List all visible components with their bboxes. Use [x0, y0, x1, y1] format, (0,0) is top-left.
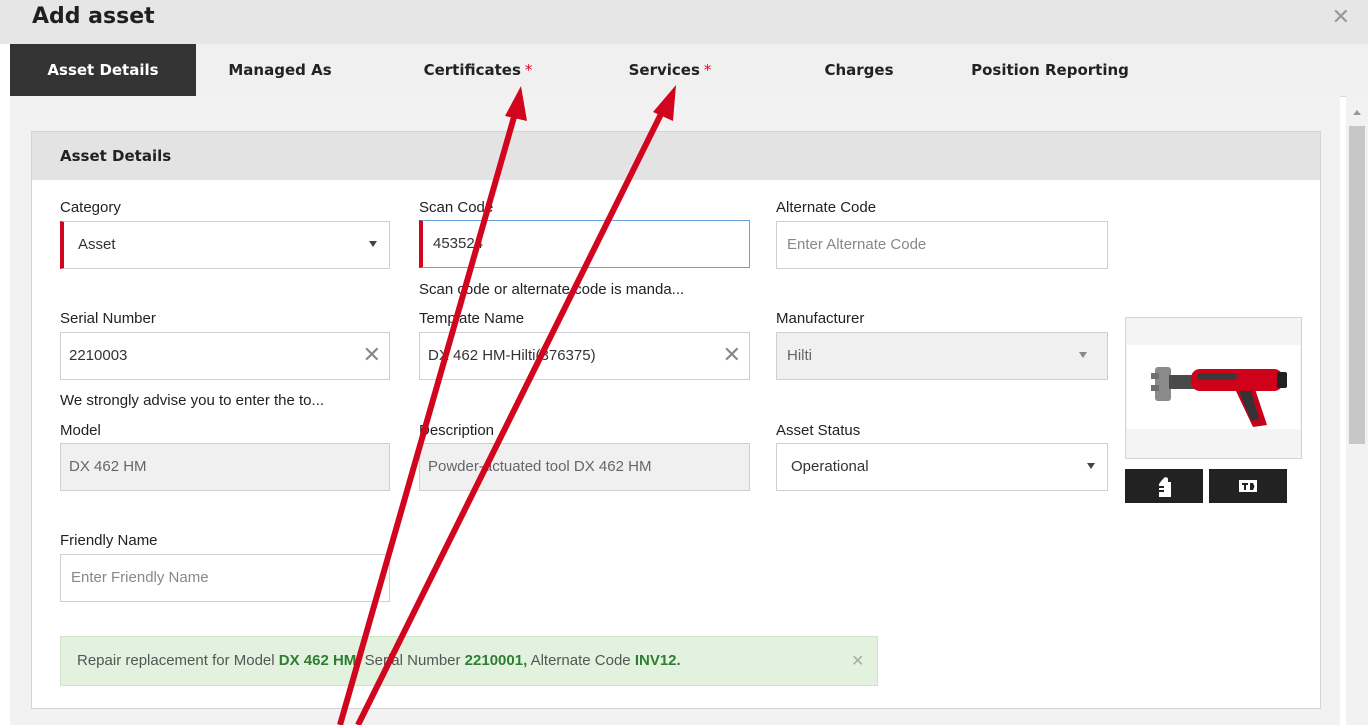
panel-title: Asset Details [60, 147, 172, 165]
scan-code-label: Scan Code [419, 199, 494, 216]
banner-serial: 2210001, [464, 652, 528, 669]
banner-text: Repair replacement for Model DX 462 HM, … [77, 652, 681, 669]
tab-managed-as[interactable]: Managed As [215, 44, 345, 96]
friendly-name-input[interactable]: Enter Friendly Name [60, 554, 390, 602]
id-card-icon [1239, 480, 1257, 492]
description-value: Powder-actuated tool DX 462 HM [428, 458, 652, 475]
banner-close-icon[interactable]: ✕ [851, 651, 864, 671]
tab-label: Certificates [423, 61, 521, 79]
template-name-label: Template Name [419, 310, 525, 327]
model-label: Model [60, 422, 101, 439]
scan-code-input[interactable]: 453524 [419, 220, 750, 268]
tab-label: Charges [824, 61, 894, 79]
template-name-input[interactable]: DX 462 HM-Hilti(376375) ✕ [419, 332, 750, 380]
take-photo-button[interactable] [1125, 469, 1203, 503]
tab-label: Asset Details [47, 61, 159, 79]
tag-id-button[interactable] [1209, 469, 1287, 503]
product-image [1127, 345, 1300, 429]
tab-label: Position Reporting [971, 61, 1129, 79]
serial-number-input[interactable]: 2210003 ✕ [60, 332, 390, 380]
tab-charges[interactable]: Charges [805, 44, 913, 96]
alternate-code-label: Alternate Code [776, 199, 877, 216]
tab-label: Services [628, 61, 700, 79]
category-label: Category [60, 199, 121, 216]
close-icon[interactable]: ✕ [1332, 6, 1350, 28]
repair-replacement-banner: Repair replacement for Model DX 462 HM, … [60, 636, 878, 686]
asset-status-value: Operational [791, 458, 869, 475]
alternate-code-placeholder: Enter Alternate Code [787, 236, 927, 253]
tab-label: Managed As [228, 61, 332, 79]
dialog-titlebar: Add asset ✕ [0, 0, 1368, 44]
friendly-name-label: Friendly Name [60, 532, 158, 549]
category-select[interactable]: Asset [60, 221, 390, 269]
chevron-down-icon [1079, 352, 1087, 358]
model-field: DX 462 HM [60, 443, 390, 491]
required-marker: * [703, 61, 712, 79]
power-tool-icon [1151, 367, 1287, 427]
banner-serial-label: Serial Number [360, 652, 465, 669]
manufacturer-value: Hilti [787, 347, 812, 364]
manufacturer-select[interactable]: Hilti [776, 332, 1108, 380]
chevron-down-icon [1087, 463, 1095, 469]
vertical-scrollbar[interactable] [1346, 96, 1368, 725]
scan-code-value: 453524 [433, 235, 484, 252]
tab-bar: Asset Details Managed As Certificates * S… [10, 44, 1368, 97]
clear-icon[interactable]: ✕ [723, 343, 741, 367]
hand-icon [1158, 477, 1171, 497]
asset-status-label: Asset Status [776, 422, 861, 439]
banner-alt-label: Alternate Code [527, 652, 635, 669]
dialog-title: Add asset [32, 4, 155, 29]
product-image-box [1125, 317, 1302, 459]
friendly-name-placeholder: Enter Friendly Name [71, 569, 209, 586]
asset-status-select[interactable]: Operational [776, 443, 1108, 491]
chevron-down-icon [369, 241, 377, 247]
clear-icon[interactable]: ✕ [363, 343, 381, 367]
required-marker: * [524, 61, 533, 79]
banner-prefix: Repair replacement for Model [77, 652, 279, 669]
scroll-thumb[interactable] [1349, 126, 1365, 444]
tab-asset-details[interactable]: Asset Details [10, 44, 196, 96]
tab-services[interactable]: Services * [608, 44, 732, 96]
scroll-up-icon[interactable] [1353, 110, 1361, 115]
scan-code-note: Scan code or alternate code is manda... [419, 281, 685, 298]
banner-model: DX 462 HM, [278, 652, 361, 669]
panel-header: Asset Details [32, 132, 1320, 180]
serial-number-label: Serial Number [60, 310, 156, 327]
tab-position-reporting[interactable]: Position Reporting [950, 44, 1150, 96]
tab-certificates[interactable]: Certificates * [408, 44, 548, 96]
manufacturer-label: Manufacturer [776, 310, 865, 327]
alternate-code-input[interactable]: Enter Alternate Code [776, 221, 1108, 269]
banner-alt: INV12. [634, 652, 681, 669]
serial-number-note: We strongly advise you to enter the to..… [60, 392, 325, 409]
template-name-value: DX 462 HM-Hilti(376375) [428, 347, 596, 364]
model-value: DX 462 HM [69, 458, 147, 475]
description-label: Description [419, 422, 495, 439]
serial-number-value: 2210003 [69, 347, 128, 364]
category-value: Asset [78, 236, 116, 253]
description-field: Powder-actuated tool DX 462 HM [419, 443, 750, 491]
